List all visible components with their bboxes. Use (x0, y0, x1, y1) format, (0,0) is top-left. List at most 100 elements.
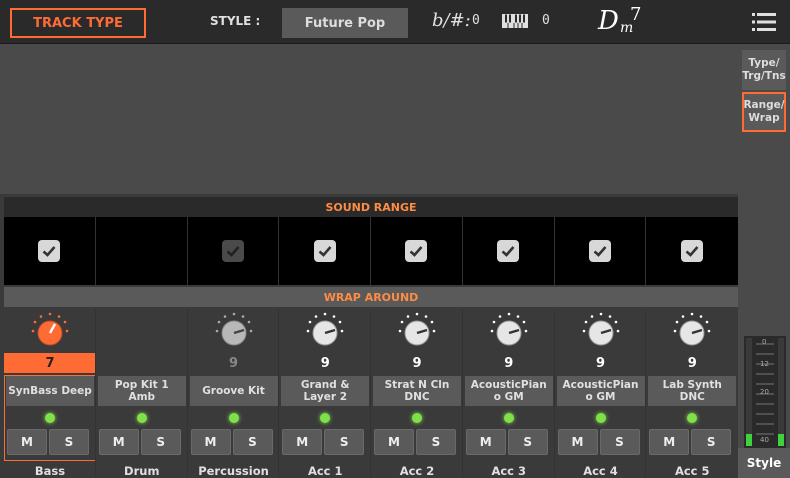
status-led (687, 413, 698, 423)
sound-range-cell[interactable] (4, 217, 96, 285)
style-selector[interactable]: Future Pop (282, 8, 408, 38)
meter-tick: 40 (760, 436, 769, 444)
sound-range-cell[interactable] (463, 217, 555, 285)
transpose-label: b/#: (432, 10, 471, 31)
mute-button[interactable]: M (98, 429, 139, 455)
style-tab[interactable]: Style (738, 448, 790, 478)
menu-icon[interactable] (752, 12, 776, 32)
solo-button[interactable]: S (49, 429, 89, 455)
solo-button[interactable]: S (416, 429, 456, 455)
right-sidebar: Type/ Trg/Tns Range/ Wrap 0 12 20 40 Sty… (738, 44, 790, 478)
track-column: 9 Grand & Layer 2 M S Acc 1 (279, 309, 371, 478)
sound-name[interactable]: SynBass Deep (6, 376, 94, 406)
track-column: 9 AcousticPian o GM M S Acc 4 (555, 309, 647, 478)
chord-display: D m 7 (598, 2, 658, 40)
chord-root: D (598, 6, 619, 36)
solo-button[interactable]: S (232, 429, 273, 455)
meter-tick: 0 (762, 338, 767, 346)
sound-range-cell[interactable] (279, 217, 371, 285)
mute-button[interactable]: M (465, 429, 506, 455)
wrap-knob[interactable] (646, 309, 738, 353)
track-label: Acc 1 (307, 464, 343, 478)
status-led (136, 413, 147, 423)
sound-range-cell[interactable] (646, 217, 738, 285)
mute-button[interactable]: M (649, 429, 690, 455)
sound-range-checkbox[interactable] (405, 240, 428, 262)
knob-icon[interactable] (489, 311, 529, 351)
track-column: 7 SynBass Deep M S Bass (4, 309, 96, 478)
sound-name[interactable]: Lab Synth DNC (648, 376, 737, 406)
solo-button[interactable]: S (599, 429, 640, 455)
knob-icon[interactable] (214, 311, 254, 351)
wrap-value (96, 353, 188, 373)
knob-icon[interactable] (672, 311, 712, 351)
track-label: Acc 5 (674, 464, 710, 478)
sound-range-row (4, 217, 738, 285)
sound-range-checkbox[interactable] (221, 240, 244, 262)
mute-button[interactable]: M (190, 429, 231, 455)
tab-range-wrap[interactable]: Range/ Wrap (742, 92, 786, 132)
sound-range-header: SOUND RANGE (4, 197, 738, 217)
status-led (228, 413, 239, 423)
wrap-knob[interactable] (463, 309, 555, 353)
sound-name[interactable]: Groove Kit (189, 376, 278, 406)
sound-range-cell[interactable] (555, 217, 647, 285)
wrap-value: 9 (595, 355, 606, 371)
knob-icon[interactable] (397, 311, 437, 351)
sound-range-checkbox[interactable] (681, 240, 704, 262)
wrap-knob[interactable] (4, 309, 96, 353)
knob-icon[interactable] (581, 311, 621, 351)
sound-name[interactable]: Strat N Cln DNC (373, 376, 461, 406)
sound-range-checkbox[interactable] (497, 240, 520, 262)
track-label: Acc 2 (399, 464, 435, 478)
mute-button[interactable]: M (7, 429, 47, 455)
track-strip: 7 SynBass Deep M S Bass Pop Kit 1 Amb M … (4, 309, 738, 478)
track-label: Acc 4 (583, 464, 618, 478)
sound-range-cell (96, 217, 188, 285)
knob-icon[interactable] (30, 311, 70, 351)
mute-button[interactable]: M (374, 429, 414, 455)
track-column: 9 Lab Synth DNC M S Acc 5 (646, 309, 738, 478)
mute-button[interactable]: M (557, 429, 598, 455)
sound-name[interactable]: Pop Kit 1 Amb (97, 376, 186, 406)
solo-button[interactable]: S (691, 429, 732, 455)
style-label: STYLE : (210, 14, 261, 28)
meter-tick: 20 (760, 388, 769, 396)
keyboard-icon (502, 14, 528, 28)
wrap-value: 9 (320, 355, 330, 371)
sound-name[interactable]: Grand & Layer 2 (281, 376, 370, 406)
track-column: 9 AcousticPian o GM M S Acc 3 (463, 309, 555, 478)
top-bar: TRACK TYPE STYLE : Future Pop b/#: 0 0 D… (0, 0, 790, 44)
level-meter: 0 12 20 40 (744, 336, 786, 448)
status-led (412, 413, 422, 423)
tab-type-trg-tns[interactable]: Type/ Trg/Tns (742, 50, 786, 90)
sound-range-checkbox[interactable] (588, 240, 611, 262)
knob-icon[interactable] (305, 311, 345, 351)
sound-range-checkbox[interactable] (313, 240, 336, 262)
solo-button[interactable]: S (324, 429, 365, 455)
sound-name[interactable]: AcousticPian o GM (464, 376, 553, 406)
wrap-around-header: WRAP AROUND (4, 287, 738, 307)
sound-name[interactable]: AcousticPian o GM (556, 376, 645, 406)
track-label: Drum (124, 464, 160, 478)
octave-value[interactable]: 0 (542, 13, 550, 28)
meter-tick: 12 (760, 360, 769, 368)
wrap-knob[interactable] (188, 309, 280, 353)
solo-button[interactable]: S (140, 429, 181, 455)
wrap-knob[interactable] (555, 309, 647, 353)
solo-button[interactable]: S (507, 429, 548, 455)
sound-range-checkbox[interactable] (38, 240, 61, 262)
mute-button[interactable]: M (282, 429, 323, 455)
sound-range-cell[interactable] (371, 217, 463, 285)
track-type-button[interactable]: TRACK TYPE (10, 8, 146, 38)
transpose-value[interactable]: 0 (472, 13, 480, 28)
wrap-knob[interactable] (279, 309, 371, 353)
track-column: Pop Kit 1 Amb M S Drum (96, 309, 188, 478)
wrap-knob[interactable] (371, 309, 463, 353)
wrap-value: 9 (687, 355, 697, 371)
track-label: Acc 3 (491, 464, 527, 478)
sound-range-cell[interactable] (188, 217, 280, 285)
track-label: Percussion (198, 464, 269, 478)
track-label: Bass (34, 464, 66, 478)
status-led (503, 413, 514, 423)
